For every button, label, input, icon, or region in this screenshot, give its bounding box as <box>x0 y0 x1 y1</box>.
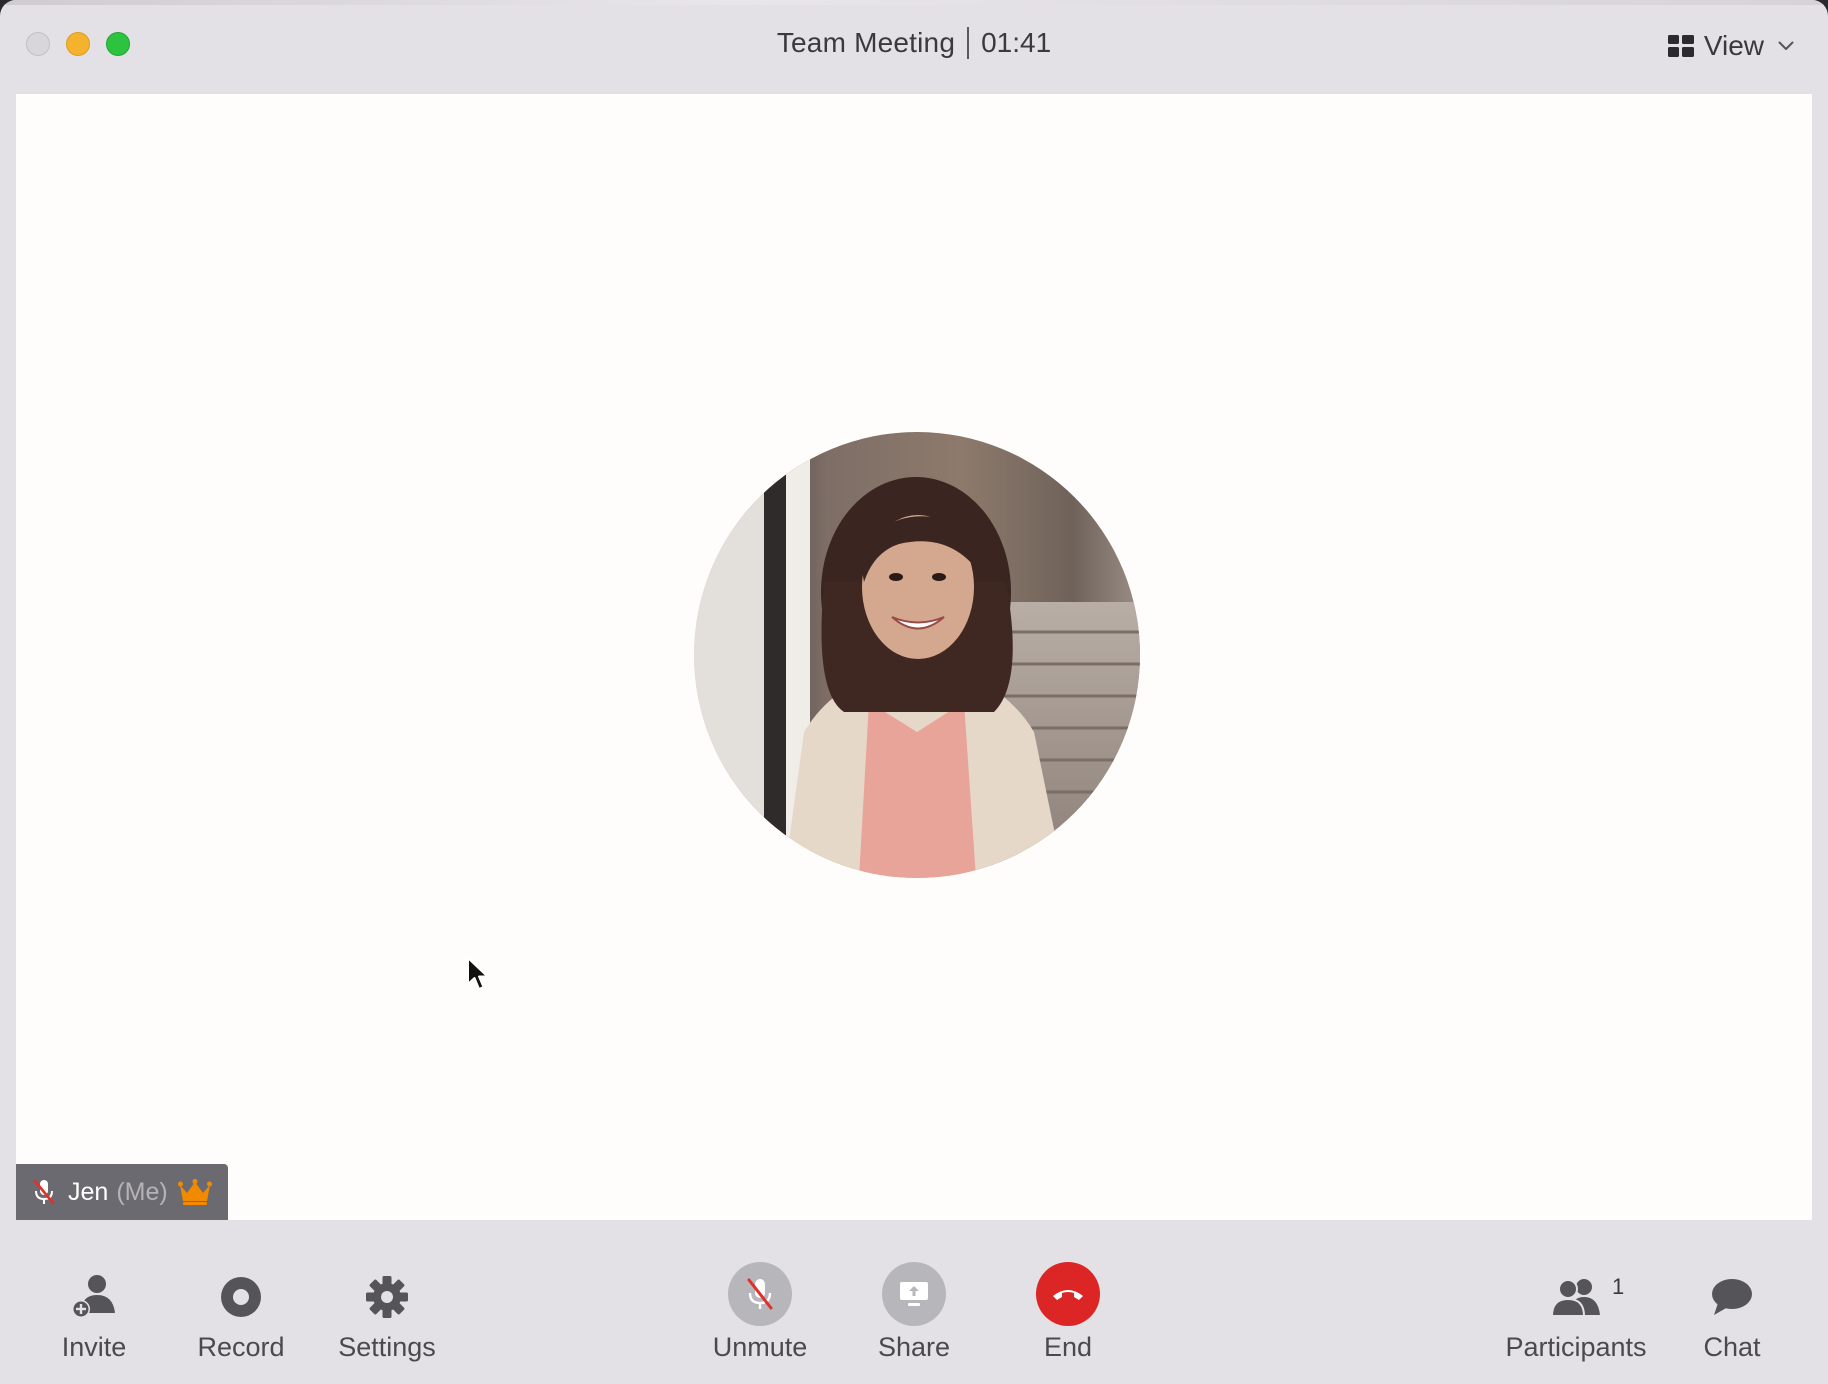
record-button[interactable]: Record <box>196 1268 286 1363</box>
record-icon <box>221 1277 261 1317</box>
muted-mic-icon <box>33 1179 55 1205</box>
record-label: Record <box>197 1332 285 1362</box>
grid-view-icon <box>1667 35 1694 57</box>
participant-name-tag: Jen (Me) <box>16 1164 228 1220</box>
add-person-icon <box>72 1275 115 1318</box>
hang-up-icon <box>1053 1290 1083 1300</box>
share-label: Share <box>877 1332 951 1362</box>
participant-self-suffix: (Me) <box>116 1177 168 1206</box>
chat-label: Chat <box>1703 1332 1761 1362</box>
participants-count: 1 <box>1612 1274 1625 1299</box>
share-screen-icon <box>900 1282 928 1306</box>
meeting-title-group: Team Meeting 01:41 <box>0 24 1828 62</box>
participants-label: Participants <box>1505 1332 1647 1362</box>
view-label: View <box>1703 30 1764 61</box>
host-crown-icon <box>177 1179 212 1205</box>
share-button[interactable]: Share <box>864 1262 964 1363</box>
meeting-timer: 01:41 <box>981 27 1052 58</box>
meeting-title: Team Meeting <box>776 27 956 58</box>
view-dropdown-button[interactable]: View <box>1667 26 1794 66</box>
muted-mic-icon <box>747 1278 773 1310</box>
gear-icon <box>366 1276 408 1318</box>
title-bar: Team Meeting 01:41 View <box>0 0 1828 93</box>
chevron-down-icon <box>1778 41 1794 50</box>
participants-icon <box>1550 1279 1600 1317</box>
settings-label: Settings <box>338 1332 436 1362</box>
meeting-toolbar: Invite Record Settings Unmute Share End … <box>0 1220 1828 1384</box>
chat-button[interactable]: Chat <box>1694 1268 1770 1363</box>
participant-avatar <box>694 432 1140 878</box>
title-divider <box>967 27 970 59</box>
invite-label: Invite <box>61 1332 127 1362</box>
end-label: End <box>1043 1332 1093 1362</box>
chat-bubble-icon <box>1712 1279 1752 1315</box>
invite-button[interactable]: Invite <box>56 1268 132 1363</box>
avatar-photo <box>694 432 1140 878</box>
video-stage: Jen (Me) <box>16 94 1812 1220</box>
end-call-button[interactable]: End <box>1018 1262 1118 1363</box>
unmute-label: Unmute <box>712 1332 808 1362</box>
participant-name: Jen <box>68 1177 109 1206</box>
participants-button[interactable]: Participants <box>1496 1268 1656 1363</box>
mouse-pointer-icon <box>467 957 489 990</box>
unmute-button[interactable]: Unmute <box>710 1262 810 1363</box>
settings-button[interactable]: Settings <box>332 1268 442 1363</box>
meeting-window: Team Meeting 01:41 View Jen (Me) Invite … <box>0 0 1828 1384</box>
